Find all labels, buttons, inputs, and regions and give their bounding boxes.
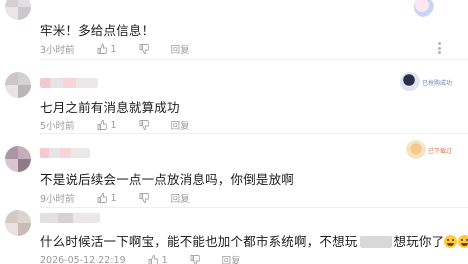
comment-text: 七月之前有消息就算成功 [40, 100, 180, 115]
thumbs-down-icon [139, 120, 149, 130]
comment-3: 不是说后续会一点一点放消息吗，你倒是放啊 9小时前 1 回复 已下载过 [0, 134, 468, 206]
avatar[interactable] [5, 210, 31, 236]
thumbs-up-icon [97, 193, 107, 203]
more-options-button[interactable] [434, 42, 446, 54]
reply-button[interactable]: 回复 [171, 191, 190, 205]
comment-1: 牢米！多给点信息！ 3小时前 1 回复 [0, 0, 468, 58]
comment-text-part2: 想玩你了 [393, 234, 445, 249]
avatar[interactable] [5, 0, 31, 20]
thumbs-up-icon [148, 255, 158, 264]
censored-word [359, 236, 392, 248]
comment-text: 不是说后续会一点一点放消息吗，你倒是放啊 [40, 172, 295, 187]
dislike-button[interactable] [139, 120, 149, 130]
thumbs-down-icon [139, 193, 149, 203]
dislike-button[interactable] [139, 193, 149, 203]
thumbs-up-icon [97, 44, 107, 54]
comment-meta: 2026-05-12 22:19 1 回复 [40, 253, 241, 264]
crying-laughing-emoji-icon [444, 235, 458, 248]
like-button[interactable]: 1 [97, 120, 117, 131]
thumbs-down-icon [190, 255, 200, 264]
badge-sticker-icon [414, 0, 434, 17]
username-blurred [40, 78, 98, 88]
comment-time: 3小时前 [40, 45, 75, 56]
reply-button[interactable]: 回复 [222, 253, 241, 264]
badge-sticker-icon [405, 140, 426, 160]
comment-meta: 3小时前 1 回复 [40, 42, 190, 57]
comment-meta: 9小时前 1 回复 [40, 191, 190, 206]
badge-text: 已下载过 [427, 147, 452, 155]
user-badge: 已抢购成功 [399, 71, 452, 93]
comment-text: 什么时候活一下啊宝，能不能也加个都市系统啊，不想玩 想玩你了 [40, 231, 468, 250]
dislike-button[interactable] [190, 255, 200, 264]
like-count: 1 [110, 119, 117, 131]
user-badge [414, 0, 434, 18]
comment-2: 七月之前有消息就算成功 5小时前 1 回复 已抢购成功 [0, 60, 468, 133]
comment-time: 5小时前 [40, 121, 75, 132]
like-count: 1 [110, 43, 117, 55]
avatar[interactable] [5, 146, 31, 172]
dislike-button[interactable] [139, 44, 149, 54]
like-button[interactable]: 1 [148, 255, 168, 264]
thumbs-up-icon [97, 120, 107, 130]
comment-time: 2026-05-12 22:19 [40, 254, 126, 264]
username-blurred [40, 213, 100, 223]
reply-button[interactable]: 回复 [171, 118, 190, 132]
comment-time: 9小时前 [40, 194, 75, 205]
comment-text: 牢米！多给点信息！ [40, 23, 155, 38]
avatar[interactable] [5, 72, 31, 98]
like-count: 1 [161, 254, 168, 264]
reply-button[interactable]: 回复 [171, 42, 190, 56]
username-blurred [40, 148, 90, 158]
thumbs-down-icon [139, 44, 149, 54]
comment-meta: 5小时前 1 回复 [40, 118, 190, 133]
like-button[interactable]: 1 [97, 44, 117, 55]
user-badge: 已下载过 [405, 139, 452, 161]
like-count: 1 [110, 192, 117, 204]
like-button[interactable]: 1 [97, 193, 117, 204]
crying-laughing-emoji-icon [458, 235, 468, 248]
badge-sticker-icon [399, 72, 420, 92]
comment-text-part1: 什么时候活一下啊宝，能不能也加个都市系统啊，不想玩 [40, 234, 358, 249]
badge-text: 已抢购成功 [421, 79, 452, 87]
comment-4: 什么时候活一下啊宝，能不能也加个都市系统啊，不想玩 想玩你了 2026-05-12… [0, 208, 468, 264]
